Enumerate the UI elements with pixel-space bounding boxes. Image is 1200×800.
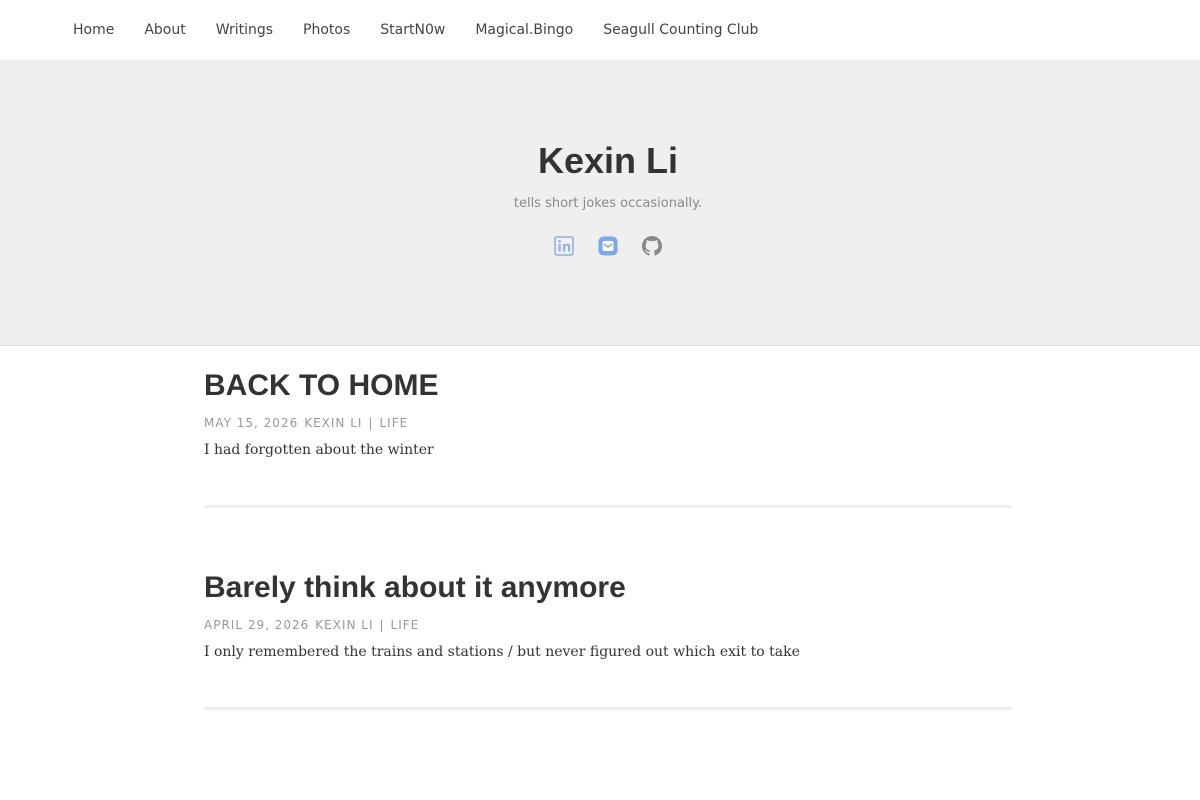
post-author: KEXIN LI	[315, 618, 374, 632]
post-meta: APRIL 29, 2026 KEXIN LI | LIFE	[204, 618, 1012, 632]
nav-magical-bingo[interactable]: Magical.Bingo	[475, 22, 573, 38]
nav-home[interactable]: Home	[73, 22, 114, 38]
post-excerpt: I only remembered the trains and station…	[204, 644, 800, 660]
nav-photos[interactable]: Photos	[303, 22, 350, 38]
post-meta: MAY 15, 2026 KEXIN LI | LIFE	[204, 416, 1012, 430]
post-title[interactable]: Barely think about it anymore	[204, 570, 1012, 606]
email-icon[interactable]	[598, 236, 618, 256]
github-icon[interactable]	[642, 236, 662, 256]
nav-writings[interactable]: Writings	[216, 22, 273, 38]
nav-startn0w[interactable]: StartN0w	[380, 22, 445, 38]
post-category[interactable]: LIFE	[391, 618, 420, 632]
post-item: BACK TO HOME MAY 15, 2026 KEXIN LI | LIFE I…	[204, 368, 1012, 508]
social-links	[0, 236, 1200, 256]
post-title[interactable]: BACK TO HOME	[204, 368, 1012, 404]
post-item: Barely think about it anymore APRIL 29, …	[204, 570, 1012, 710]
top-navbar: Home About Writings Photos StartN0w Magi…	[0, 0, 1200, 60]
meta-separator: |	[379, 618, 385, 632]
nav-about[interactable]: About	[144, 22, 185, 38]
post-author: KEXIN LI	[304, 416, 363, 430]
meta-separator: |	[368, 416, 374, 430]
post-date: MAY 15, 2026	[204, 416, 299, 430]
site-title: Kexin Li	[537, 140, 679, 181]
post-category[interactable]: LIFE	[380, 416, 409, 430]
nav-seagull-counting-club[interactable]: Seagull Counting Club	[603, 22, 758, 38]
linkedin-icon[interactable]	[554, 236, 574, 256]
post-list: BACK TO HOME MAY 15, 2026 KEXIN LI | LIFE I…	[204, 346, 1012, 710]
hero-header: Kexin Li tells short jokes occasionally.	[0, 60, 1200, 346]
site-subtitle: tells short jokes occasionally.	[513, 196, 703, 211]
post-excerpt: I had forgotten about the winter	[204, 442, 434, 458]
post-date: APRIL 29, 2026	[204, 618, 310, 632]
